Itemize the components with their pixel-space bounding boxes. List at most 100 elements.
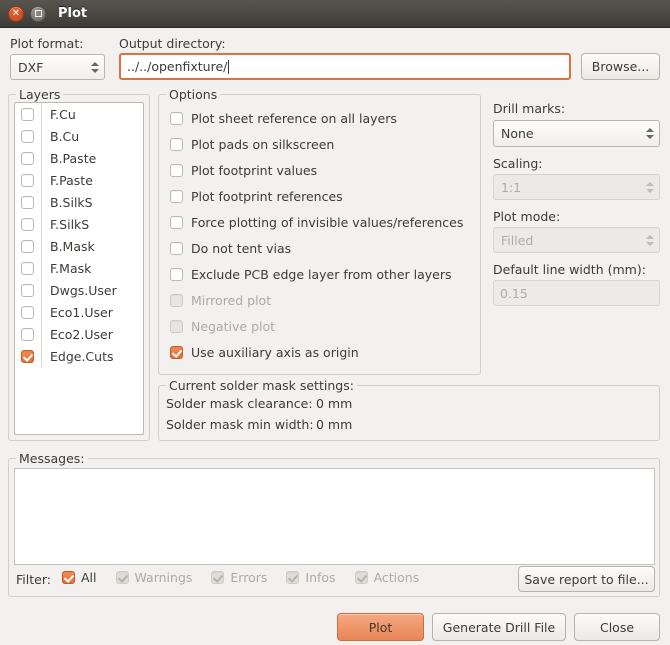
messages-textarea[interactable] xyxy=(14,468,655,565)
option-label: Use auxiliary axis as origin xyxy=(191,344,359,360)
filter-label: Filter: xyxy=(16,572,51,587)
option-checkbox[interactable] xyxy=(170,267,183,281)
output-directory-input[interactable]: ../../openfixture/ xyxy=(119,53,571,80)
layer-row[interactable]: F.SilkS xyxy=(15,213,143,235)
option-checkbox[interactable] xyxy=(170,345,183,359)
close-button[interactable]: Close xyxy=(574,613,660,641)
soldermask-clearance-label: Solder mask clearance: xyxy=(166,396,313,411)
plot-button[interactable]: Plot xyxy=(337,613,424,641)
layer-checkbox[interactable] xyxy=(21,173,34,187)
line-width-input[interactable]: 0.15 xyxy=(493,280,660,306)
filter-checkbox-row[interactable]: All xyxy=(62,570,97,585)
option-label: Do not tent vias xyxy=(191,240,292,256)
output-directory-value: ../../openfixture/ xyxy=(127,59,228,74)
layer-checkbox[interactable] xyxy=(21,239,34,253)
plot-format-select[interactable]: DXF xyxy=(10,54,105,80)
option-checkbox-row[interactable]: Exclude PCB edge layer from other layers xyxy=(170,261,475,287)
chevron-updown-icon[interactable] xyxy=(646,234,655,246)
layers-group-title: Layers xyxy=(16,87,64,102)
option-checkbox-row[interactable]: Plot sheet reference on all layers xyxy=(170,105,475,131)
layer-checkbox[interactable] xyxy=(21,151,34,165)
option-checkbox-row[interactable]: Force plotting of invisible values/refer… xyxy=(170,209,475,235)
layer-row[interactable]: F.Mask xyxy=(15,257,143,279)
plot-format-label: Plot format: xyxy=(10,36,84,51)
filter-label-item: Errors xyxy=(230,570,268,585)
layer-checkbox[interactable] xyxy=(21,283,34,297)
chevron-updown-icon[interactable] xyxy=(91,61,100,73)
layer-row[interactable]: B.Paste xyxy=(15,147,143,169)
option-label: Mirrored plot xyxy=(191,292,272,308)
option-checkbox xyxy=(170,293,183,307)
chevron-updown-icon[interactable] xyxy=(646,128,655,139)
filter-checkbox-row: Warnings xyxy=(115,570,192,585)
layer-divider xyxy=(41,125,42,147)
layer-checkbox[interactable] xyxy=(21,327,34,341)
options-group-title: Options xyxy=(166,87,221,102)
layer-row[interactable]: Dwgs.User xyxy=(15,279,143,301)
layer-checkbox[interactable] xyxy=(21,305,34,319)
option-checkbox[interactable] xyxy=(170,111,183,125)
layer-row[interactable]: Eco1.User xyxy=(15,301,143,323)
layer-label: B.Paste xyxy=(50,150,97,166)
plot-format-value: DXF xyxy=(18,59,44,75)
option-checkbox-row[interactable]: Use auxiliary axis as origin xyxy=(170,339,475,365)
option-checkbox[interactable] xyxy=(170,215,183,229)
layer-checkbox[interactable] xyxy=(21,195,34,209)
option-checkbox-row[interactable]: Plot footprint references xyxy=(170,183,475,209)
layer-divider xyxy=(41,103,42,125)
browse-button[interactable]: Browse... xyxy=(581,53,660,80)
option-checkbox-row[interactable]: Plot footprint values xyxy=(170,157,475,183)
close-icon[interactable]: ✕ xyxy=(8,5,24,22)
layer-row[interactable]: Edge.Cuts xyxy=(15,345,143,367)
chevron-updown-icon[interactable] xyxy=(646,181,655,193)
soldermask-minwidth-label: Solder mask min width: xyxy=(166,417,314,432)
layer-row[interactable]: F.Paste xyxy=(15,169,143,191)
plot-mode-select[interactable]: Filled xyxy=(493,227,660,253)
messages-group-title: Messages: xyxy=(16,451,88,466)
layer-row[interactable]: B.Cu xyxy=(15,125,143,147)
layer-label: B.SilkS xyxy=(50,194,93,210)
option-label: Exclude PCB edge layer from other layers xyxy=(191,266,452,282)
save-report-button[interactable]: Save report to file... xyxy=(518,566,655,592)
option-checkbox[interactable] xyxy=(170,163,183,177)
option-label: Plot pads on silkscreen xyxy=(191,136,335,152)
layers-list[interactable]: F.Cu B.Cu B.Paste F.Paste B.SilkS F.SilkS B.Ma… xyxy=(14,102,144,435)
option-checkbox[interactable] xyxy=(170,137,183,151)
layer-label: Eco2.User xyxy=(50,326,113,342)
layer-checkbox[interactable] xyxy=(21,261,34,275)
layer-label: Edge.Cuts xyxy=(50,348,114,364)
layer-row[interactable]: F.Cu xyxy=(15,103,143,125)
layer-divider xyxy=(41,191,42,213)
output-directory-label: Output directory: xyxy=(119,36,226,51)
window-titlebar: ✕ Plot xyxy=(0,0,670,28)
layer-checkbox[interactable] xyxy=(21,349,34,363)
filter-checkbox[interactable] xyxy=(62,571,75,584)
layer-row[interactable]: B.Mask xyxy=(15,235,143,257)
layer-row[interactable]: B.SilkS xyxy=(15,191,143,213)
layer-label: F.Paste xyxy=(50,172,93,188)
option-checkbox xyxy=(170,319,183,333)
layer-row[interactable]: Eco2.User xyxy=(15,323,143,345)
filter-checkbox xyxy=(211,571,225,584)
scaling-select[interactable]: 1:1 xyxy=(493,174,660,200)
maximize-icon[interactable] xyxy=(30,5,46,22)
option-checkbox-row[interactable]: Do not tent vias xyxy=(170,235,475,261)
layer-checkbox[interactable] xyxy=(21,129,34,143)
generate-drill-button[interactable]: Generate Drill File xyxy=(432,613,566,641)
option-checkbox-row: Negative plot xyxy=(170,313,475,339)
filter-checkbox xyxy=(115,571,129,584)
option-checkbox[interactable] xyxy=(170,241,183,255)
layer-checkbox[interactable] xyxy=(21,217,34,231)
option-checkbox-row: Mirrored plot xyxy=(170,287,475,313)
soldermask-clearance-value: 0 mm xyxy=(316,396,353,411)
layer-label: B.Mask xyxy=(50,238,95,254)
drill-marks-select[interactable]: None xyxy=(493,120,660,147)
option-checkbox[interactable] xyxy=(170,189,183,203)
layer-checkbox[interactable] xyxy=(21,107,34,121)
layer-divider xyxy=(41,169,42,191)
option-checkbox-row[interactable]: Plot pads on silkscreen xyxy=(170,131,475,157)
layer-label: F.Mask xyxy=(50,260,92,276)
options-checkbox-list: Plot sheet reference on all layers Plot p… xyxy=(170,105,475,365)
plot-mode-label: Plot mode: xyxy=(493,209,561,224)
layer-divider xyxy=(41,301,42,323)
